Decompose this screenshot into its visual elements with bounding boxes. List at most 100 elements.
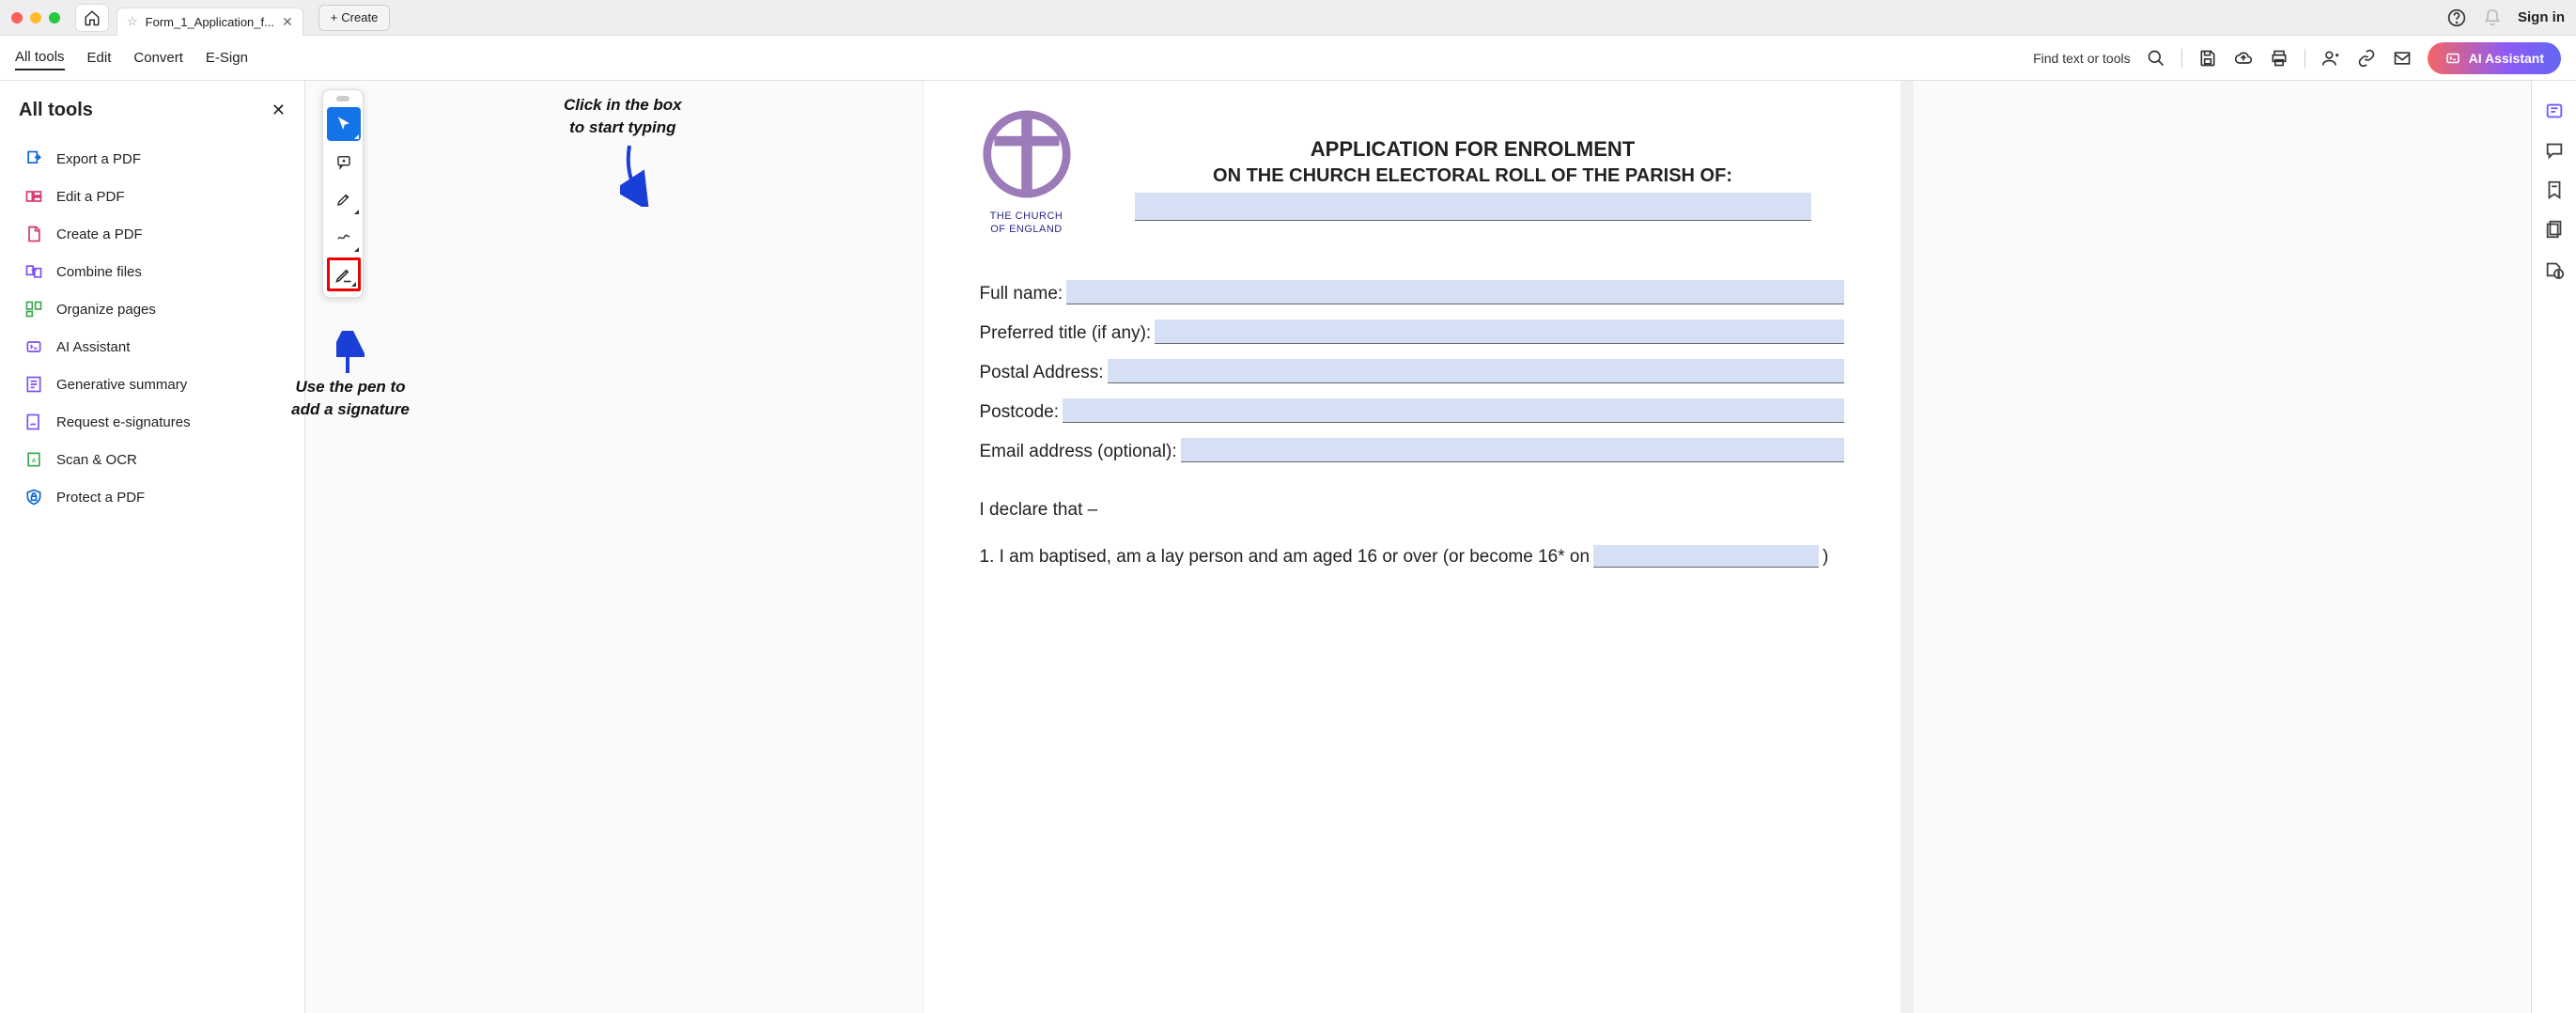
rail-ai-icon[interactable] xyxy=(2543,100,2566,122)
pref-title-input[interactable] xyxy=(1155,319,1843,344)
pdf-page: THE CHURCH OF ENGLAND APPLICATION FOR EN… xyxy=(923,81,1901,1013)
sidebar-item-9[interactable]: Protect a PDF xyxy=(19,478,286,516)
bell-icon[interactable] xyxy=(2482,8,2503,28)
sign-tool[interactable] xyxy=(327,257,361,291)
sidebar-item-label: AI Assistant xyxy=(56,339,130,355)
sparkle-icon xyxy=(2444,50,2461,67)
sidebar-item-6[interactable]: Generative summary xyxy=(19,366,286,403)
sidebar-item-label: Request e-signatures xyxy=(56,414,191,430)
sidebar-item-label: Protect a PDF xyxy=(56,490,145,506)
protect-icon xyxy=(24,488,43,506)
organize-icon xyxy=(24,300,43,319)
link-icon[interactable] xyxy=(2356,48,2377,69)
document-tab[interactable]: ☆ Form_1_Application_f... ✕ xyxy=(116,8,303,36)
postcode-input[interactable] xyxy=(1063,398,1844,423)
titlebar: ☆ Form_1_Application_f... ✕ + Create Sig… xyxy=(0,0,2576,36)
highlight-tool[interactable] xyxy=(327,182,361,216)
select-tool[interactable] xyxy=(327,107,361,141)
rail-export-icon[interactable]: i xyxy=(2543,257,2566,280)
email-input[interactable] xyxy=(1181,438,1844,462)
panel-title-text: All tools xyxy=(19,100,93,121)
ai-icon xyxy=(24,337,43,356)
home-icon xyxy=(84,9,101,26)
declaration-item-1: 1. I am baptised, am a lay person and am… xyxy=(980,545,1844,568)
close-window-icon[interactable] xyxy=(11,12,23,23)
create-icon xyxy=(24,225,43,243)
export-icon xyxy=(24,149,43,168)
annotation-signature: Use the pen to add a signature xyxy=(289,376,411,421)
maximize-window-icon[interactable] xyxy=(49,12,60,23)
sidebar-item-label: Create a PDF xyxy=(56,226,143,242)
label-pref-title: Preferred title (if any): xyxy=(980,323,1152,344)
sidebar-item-0[interactable]: Export a PDF xyxy=(19,140,286,178)
church-logo: THE CHURCH OF ENGLAND xyxy=(980,109,1074,237)
arrow-icon xyxy=(620,141,658,207)
sidebar-item-2[interactable]: Create a PDF xyxy=(19,215,286,253)
postal-input[interactable] xyxy=(1108,359,1844,383)
sidebar-item-label: Export a PDF xyxy=(56,151,141,167)
menu-all-tools[interactable]: All tools xyxy=(15,45,65,70)
logo-caption: THE CHURCH OF ENGLAND xyxy=(980,210,1074,237)
summary-icon xyxy=(24,375,43,394)
close-tab-icon[interactable]: ✕ xyxy=(282,14,293,30)
close-panel-icon[interactable]: ✕ xyxy=(272,101,286,120)
ai-assistant-button[interactable]: AI Assistant xyxy=(2428,42,2561,74)
toolbar: All tools Edit Convert E-Sign Find text … xyxy=(0,36,2576,81)
draw-tool[interactable] xyxy=(327,220,361,254)
svg-text:A: A xyxy=(31,456,36,464)
label-email: Email address (optional): xyxy=(980,442,1177,462)
sidebar-item-8[interactable]: A Scan & OCR xyxy=(19,441,286,478)
sidebar-item-label: Organize pages xyxy=(56,302,156,318)
help-icon[interactable] xyxy=(2446,8,2467,28)
signin-button[interactable]: Sign in xyxy=(2518,9,2565,25)
rail-pages-icon[interactable] xyxy=(2543,218,2566,241)
full-name-input[interactable] xyxy=(1066,280,1843,304)
cloud-upload-icon[interactable] xyxy=(2233,48,2254,69)
menu-edit[interactable]: Edit xyxy=(87,46,112,70)
vertical-scrollbar[interactable] xyxy=(1901,81,1914,1013)
add-user-icon[interactable] xyxy=(2320,48,2341,69)
annotation-click-box: Click in the box to start typing xyxy=(564,94,682,139)
document-viewport[interactable]: THE CHURCH OF ENGLAND APPLICATION FOR EN… xyxy=(305,81,2531,1013)
mail-icon[interactable] xyxy=(2392,48,2413,69)
age16-date-input[interactable] xyxy=(1593,545,1819,568)
search-icon[interactable] xyxy=(2146,48,2166,69)
comment-tool[interactable] xyxy=(327,145,361,179)
right-rail: i xyxy=(2531,81,2576,1013)
sidebar-item-4[interactable]: Organize pages xyxy=(19,290,286,328)
ai-assistant-label: AI Assistant xyxy=(2469,51,2544,66)
create-label: Create xyxy=(341,10,378,24)
sidebar-item-label: Combine files xyxy=(56,264,142,280)
save-icon[interactable] xyxy=(2197,48,2218,69)
sign-icon xyxy=(24,413,43,431)
label-postcode: Postcode: xyxy=(980,402,1060,423)
declaration-text: I declare that – xyxy=(980,500,1844,521)
edit-icon xyxy=(24,187,43,206)
print-icon[interactable] xyxy=(2269,48,2289,69)
sidebar-item-3[interactable]: Combine files xyxy=(19,253,286,290)
menu-convert[interactable]: Convert xyxy=(133,46,183,70)
all-tools-panel: All tools ✕ Export a PDF Edit a PDF Create… xyxy=(0,81,305,1013)
toolbar-grip[interactable] xyxy=(336,96,349,101)
label-full-name: Full name: xyxy=(980,284,1063,304)
sidebar-item-5[interactable]: AI Assistant xyxy=(19,328,286,366)
menu-esign[interactable]: E-Sign xyxy=(206,46,248,70)
sidebar-item-1[interactable]: Edit a PDF xyxy=(19,178,286,215)
quick-toolbar xyxy=(322,89,364,298)
panel-title: All tools ✕ xyxy=(19,100,286,121)
tab-title: Form_1_Application_f... xyxy=(146,15,274,29)
home-button[interactable] xyxy=(75,4,109,32)
rail-comment-icon[interactable] xyxy=(2543,139,2566,162)
sidebar-item-7[interactable]: Request e-signatures xyxy=(19,403,286,441)
rail-bookmark-icon[interactable] xyxy=(2543,179,2566,201)
sidebar-item-label: Edit a PDF xyxy=(56,189,125,205)
sidebar-item-label: Scan & OCR xyxy=(56,452,137,468)
scan-icon: A xyxy=(24,450,43,469)
sidebar-item-label: Generative summary xyxy=(56,377,187,393)
star-icon[interactable]: ☆ xyxy=(127,14,138,29)
parish-input[interactable] xyxy=(1135,193,1811,221)
minimize-window-icon[interactable] xyxy=(30,12,41,23)
create-button[interactable]: + Create xyxy=(318,5,391,31)
window-controls xyxy=(11,12,60,23)
arrow-up-icon xyxy=(336,331,365,378)
